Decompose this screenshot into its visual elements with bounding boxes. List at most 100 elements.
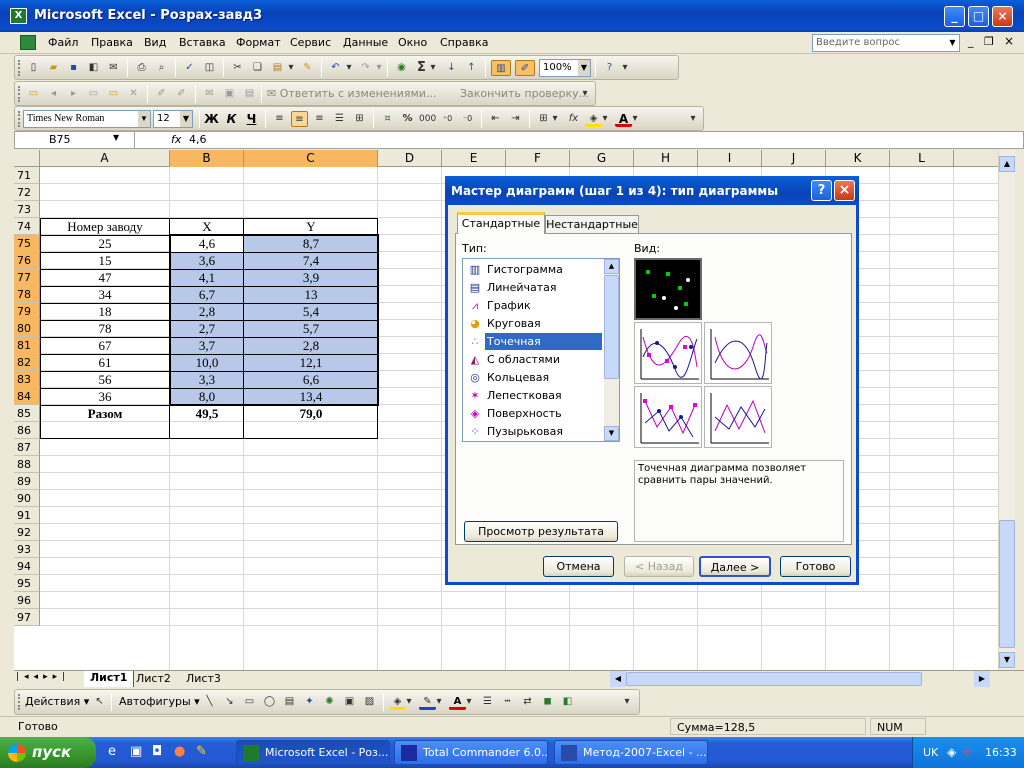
table-cell[interactable]: 61 (40, 354, 170, 371)
maximize-button[interactable]: □ (968, 6, 989, 27)
formula-input[interactable]: 4,6 (189, 133, 207, 146)
explorer-icon[interactable]: ▣ (130, 744, 142, 759)
row-header[interactable]: 75 (14, 235, 40, 252)
email-icon[interactable]: ✉ (105, 60, 122, 76)
subtype-smooth-lines[interactable] (704, 322, 772, 384)
media-icon[interactable]: ● (174, 744, 185, 759)
table-cell[interactable]: 3,3 (170, 371, 244, 388)
drawing-icon[interactable]: ✐ (515, 60, 535, 76)
scroll-thumb[interactable] (604, 275, 619, 379)
hyperlink-icon[interactable]: ◉ (393, 60, 410, 76)
table-cell[interactable]: 7,4 (244, 252, 378, 269)
line-color-icon[interactable]: ✎ (419, 694, 436, 710)
chart-type-item[interactable]: ⩘ График (465, 297, 602, 314)
menu-view[interactable]: Вид (144, 36, 166, 49)
toolbar-grip[interactable] (18, 60, 21, 76)
table-cell[interactable]: 10,0 (170, 354, 244, 371)
font-size-select[interactable]: 12 ▼ (153, 110, 193, 128)
row-header[interactable]: 96 (14, 592, 40, 609)
table-cell[interactable]: 8,7 (244, 235, 378, 252)
track-changes-icon[interactable]: ✐ (153, 86, 170, 102)
menu-file[interactable]: Файл (48, 36, 78, 49)
permission-icon[interactable]: ◧ (85, 60, 102, 76)
quicklaunch-icon[interactable]: ✎ (196, 744, 207, 759)
send-icon[interactable]: ✉ (201, 86, 218, 102)
task-total-commander[interactable]: Total Commander 6.0... (394, 740, 548, 765)
fill-color-icon[interactable]: ◈ (585, 111, 602, 127)
menu-window[interactable]: Окно (398, 36, 427, 49)
research-icon[interactable]: ◫ (201, 60, 218, 76)
help-icon[interactable]: ? (811, 180, 832, 201)
print-preview-icon[interactable]: ⌕ (153, 60, 170, 76)
next-button[interactable]: Далее > (699, 556, 771, 577)
clipart-icon[interactable]: ▣ (341, 694, 358, 710)
excel-app-icon[interactable]: X (10, 8, 27, 24)
table-cell[interactable]: 3,7 (170, 337, 244, 354)
menu-insert[interactable]: Вставка (179, 36, 226, 49)
row-header[interactable]: 94 (14, 558, 40, 575)
row-header[interactable]: 79 (14, 303, 40, 320)
table-cell[interactable]: 12,1 (244, 354, 378, 371)
column-header-j[interactable]: J (762, 150, 826, 167)
table-cell[interactable]: 2,8 (244, 337, 378, 354)
autoshapes-menu[interactable]: Автофигуры ▾ (119, 695, 200, 708)
sheet-nav-icons[interactable]: |◂◂▸▸| (16, 672, 70, 682)
row-header[interactable]: 82 (14, 354, 40, 371)
menu-format[interactable]: Формат (236, 36, 281, 49)
3d-icon[interactable]: ◧ (559, 694, 576, 710)
fx-icon[interactable]: fx (171, 133, 181, 146)
scroll-left-icon[interactable]: ◀ (610, 671, 626, 687)
wordart-icon[interactable]: ✦ (301, 694, 318, 710)
task-word[interactable]: Метод-2007-Excel - ... (554, 740, 708, 765)
borders-icon[interactable]: ⊞ (535, 111, 552, 127)
row-header[interactable]: 76 (14, 252, 40, 269)
table-header-cell[interactable]: Y (244, 218, 378, 235)
sheet-tab-2[interactable]: Лист2 (136, 672, 171, 685)
sort-descending-icon[interactable]: ↑ (463, 60, 480, 76)
comma-style-button[interactable]: 000 (419, 111, 436, 127)
column-header-h[interactable]: H (634, 150, 698, 167)
column-header-k[interactable]: K (826, 150, 890, 167)
row-header[interactable]: 89 (14, 473, 40, 490)
undo-icon[interactable]: ↶ (327, 60, 344, 76)
cancel-button[interactable]: Отмена (543, 556, 614, 577)
delete-comment-icon[interactable]: ✕ (125, 86, 142, 102)
security-icon[interactable]: ⛨ (963, 745, 972, 760)
print-icon[interactable]: ⎙ (133, 60, 150, 76)
table-cell[interactable]: 67 (40, 337, 170, 354)
preview-result-button[interactable]: Просмотр результата (464, 521, 618, 542)
table-cell[interactable]: 56 (40, 371, 170, 388)
row-header[interactable]: 87 (14, 439, 40, 456)
row-header[interactable]: 93 (14, 541, 40, 558)
italic-button[interactable]: К (223, 111, 240, 127)
row-header[interactable]: 74 (14, 218, 40, 235)
fill-dropdown-icon[interactable]: ▾ (405, 694, 413, 710)
table-cell[interactable]: 15 (40, 252, 170, 269)
table-cell[interactable]: 2,8 (170, 303, 244, 320)
underline-button[interactable]: Ч (243, 111, 260, 127)
chart-wizard-icon[interactable]: ▥ (491, 60, 511, 76)
autosum-icon[interactable]: Σ (413, 60, 430, 76)
diagram-icon[interactable]: ✺ (321, 694, 338, 710)
scroll-up-icon[interactable]: ▲ (604, 259, 619, 274)
rectangle-icon[interactable]: ▭ (241, 694, 258, 710)
start-button[interactable]: пуск (0, 737, 96, 768)
line-icon[interactable]: ╲ (201, 694, 218, 710)
table-cell[interactable]: 18 (40, 303, 170, 320)
fill-color-icon[interactable]: ◈ (389, 694, 406, 710)
toolbar-options-icon[interactable]: ▾ (621, 60, 629, 76)
row-header[interactable]: 88 (14, 456, 40, 473)
minimize-button[interactable]: _ (944, 6, 965, 27)
sheet-tab-1[interactable]: Лист1 (84, 671, 134, 687)
align-left-icon[interactable]: ≡ (271, 111, 288, 127)
actions-menu[interactable]: Действия ▾ (25, 695, 89, 708)
table-cell[interactable]: 25 (40, 235, 170, 252)
oval-icon[interactable]: ◯ (261, 694, 278, 710)
zoom-select[interactable]: 100% ▼ (539, 59, 591, 77)
row-header[interactable]: 92 (14, 524, 40, 541)
table-cell[interactable]: 6,7 (170, 286, 244, 303)
table-cell[interactable]: 13 (244, 286, 378, 303)
list-scrollbar[interactable]: ▲ ▼ (604, 259, 619, 441)
format-painter-icon[interactable]: ✎ (299, 60, 316, 76)
column-header-a[interactable]: A (40, 150, 170, 167)
